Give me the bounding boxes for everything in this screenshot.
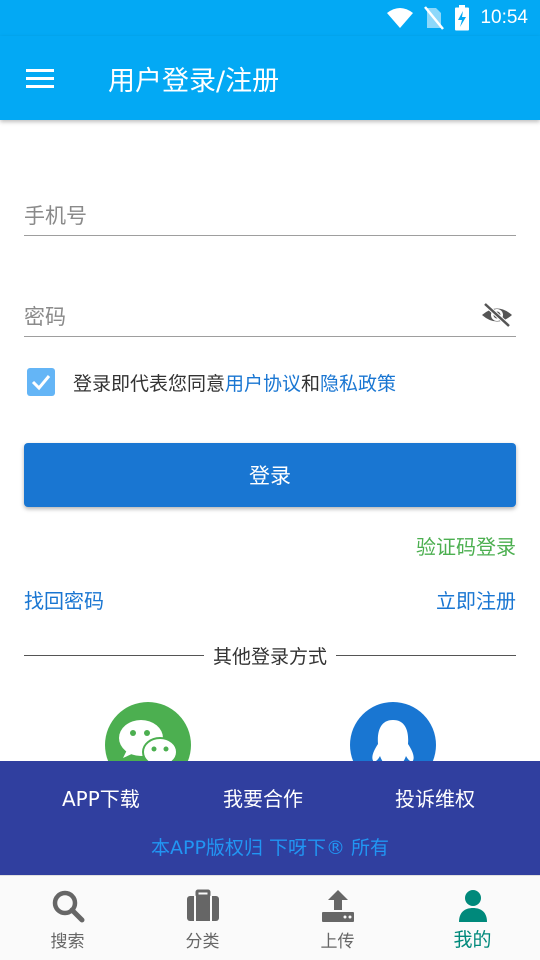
agreement-row: 登录即代表您同意用户协议和隐私政策 <box>27 368 396 396</box>
nav-item-mine[interactable]: 我的 <box>405 876 540 960</box>
agree-checkbox[interactable] <box>27 368 55 396</box>
nav-label-search: 搜索 <box>50 932 85 952</box>
nav-label-mine: 我的 <box>453 929 492 951</box>
phone-input[interactable] <box>24 196 516 235</box>
nav-label-upload: 上传 <box>320 932 355 952</box>
sms-login-link[interactable]: 验证码登录 <box>416 531 516 560</box>
password-input[interactable] <box>24 297 516 336</box>
briefcase-icon <box>186 889 219 921</box>
footer-link-app-download[interactable]: APP下载 <box>62 783 140 812</box>
app-bar: 用户登录/注册 <box>0 36 540 120</box>
upload-icon <box>321 890 354 922</box>
search-icon <box>52 890 84 923</box>
nav-item-search[interactable]: 搜索 <box>0 876 135 960</box>
menu-icon[interactable] <box>24 64 56 92</box>
privacy-policy-link[interactable]: 隐私政策 <box>320 373 396 395</box>
copyright-text: 本APP版权归 下呀下® 所有 <box>151 837 389 859</box>
status-time: 10:54 <box>480 7 528 28</box>
agreement-text: 登录即代表您同意用户协议和隐私政策 <box>73 369 396 396</box>
eye-off-icon[interactable] <box>480 301 514 329</box>
footer-links: APP下载 我要合作 投诉维权 <box>0 783 540 813</box>
bottom-nav: 搜索 分类 上传 我的 <box>0 875 540 960</box>
footer-link-cooperation[interactable]: 我要合作 <box>223 783 303 812</box>
other-login-label: 其他登录方式 <box>213 645 328 668</box>
divider-line-right <box>336 654 517 656</box>
no-sim-icon <box>424 6 445 30</box>
agreement-prefix: 登录即代表您同意 <box>73 372 226 395</box>
footer-link-complaint[interactable]: 投诉维权 <box>395 783 475 812</box>
divider-line-left <box>24 654 204 656</box>
person-icon <box>458 890 487 922</box>
nav-item-upload[interactable]: 上传 <box>270 876 405 960</box>
check-icon <box>31 375 51 391</box>
other-login-divider: 其他登录方式 <box>24 640 517 670</box>
forgot-password-link[interactable]: 找回密码 <box>24 585 104 614</box>
password-field <box>24 297 516 337</box>
nav-label-category: 分类 <box>185 932 220 952</box>
footer: APP下载 我要合作 投诉维权 本APP版权归 下呀下® 所有 <box>0 761 540 875</box>
battery-charging-icon <box>455 5 470 31</box>
login-button[interactable]: 登录 <box>24 443 516 507</box>
phone-field <box>24 196 516 236</box>
register-link[interactable]: 立即注册 <box>436 585 516 614</box>
user-agreement-link[interactable]: 用户协议 <box>225 373 301 395</box>
nav-item-category[interactable]: 分类 <box>135 876 270 960</box>
page-title: 用户登录/注册 <box>108 66 280 97</box>
wifi-icon <box>387 8 414 28</box>
status-bar: 10:54 <box>0 0 540 36</box>
agreement-and: 和 <box>301 372 321 395</box>
